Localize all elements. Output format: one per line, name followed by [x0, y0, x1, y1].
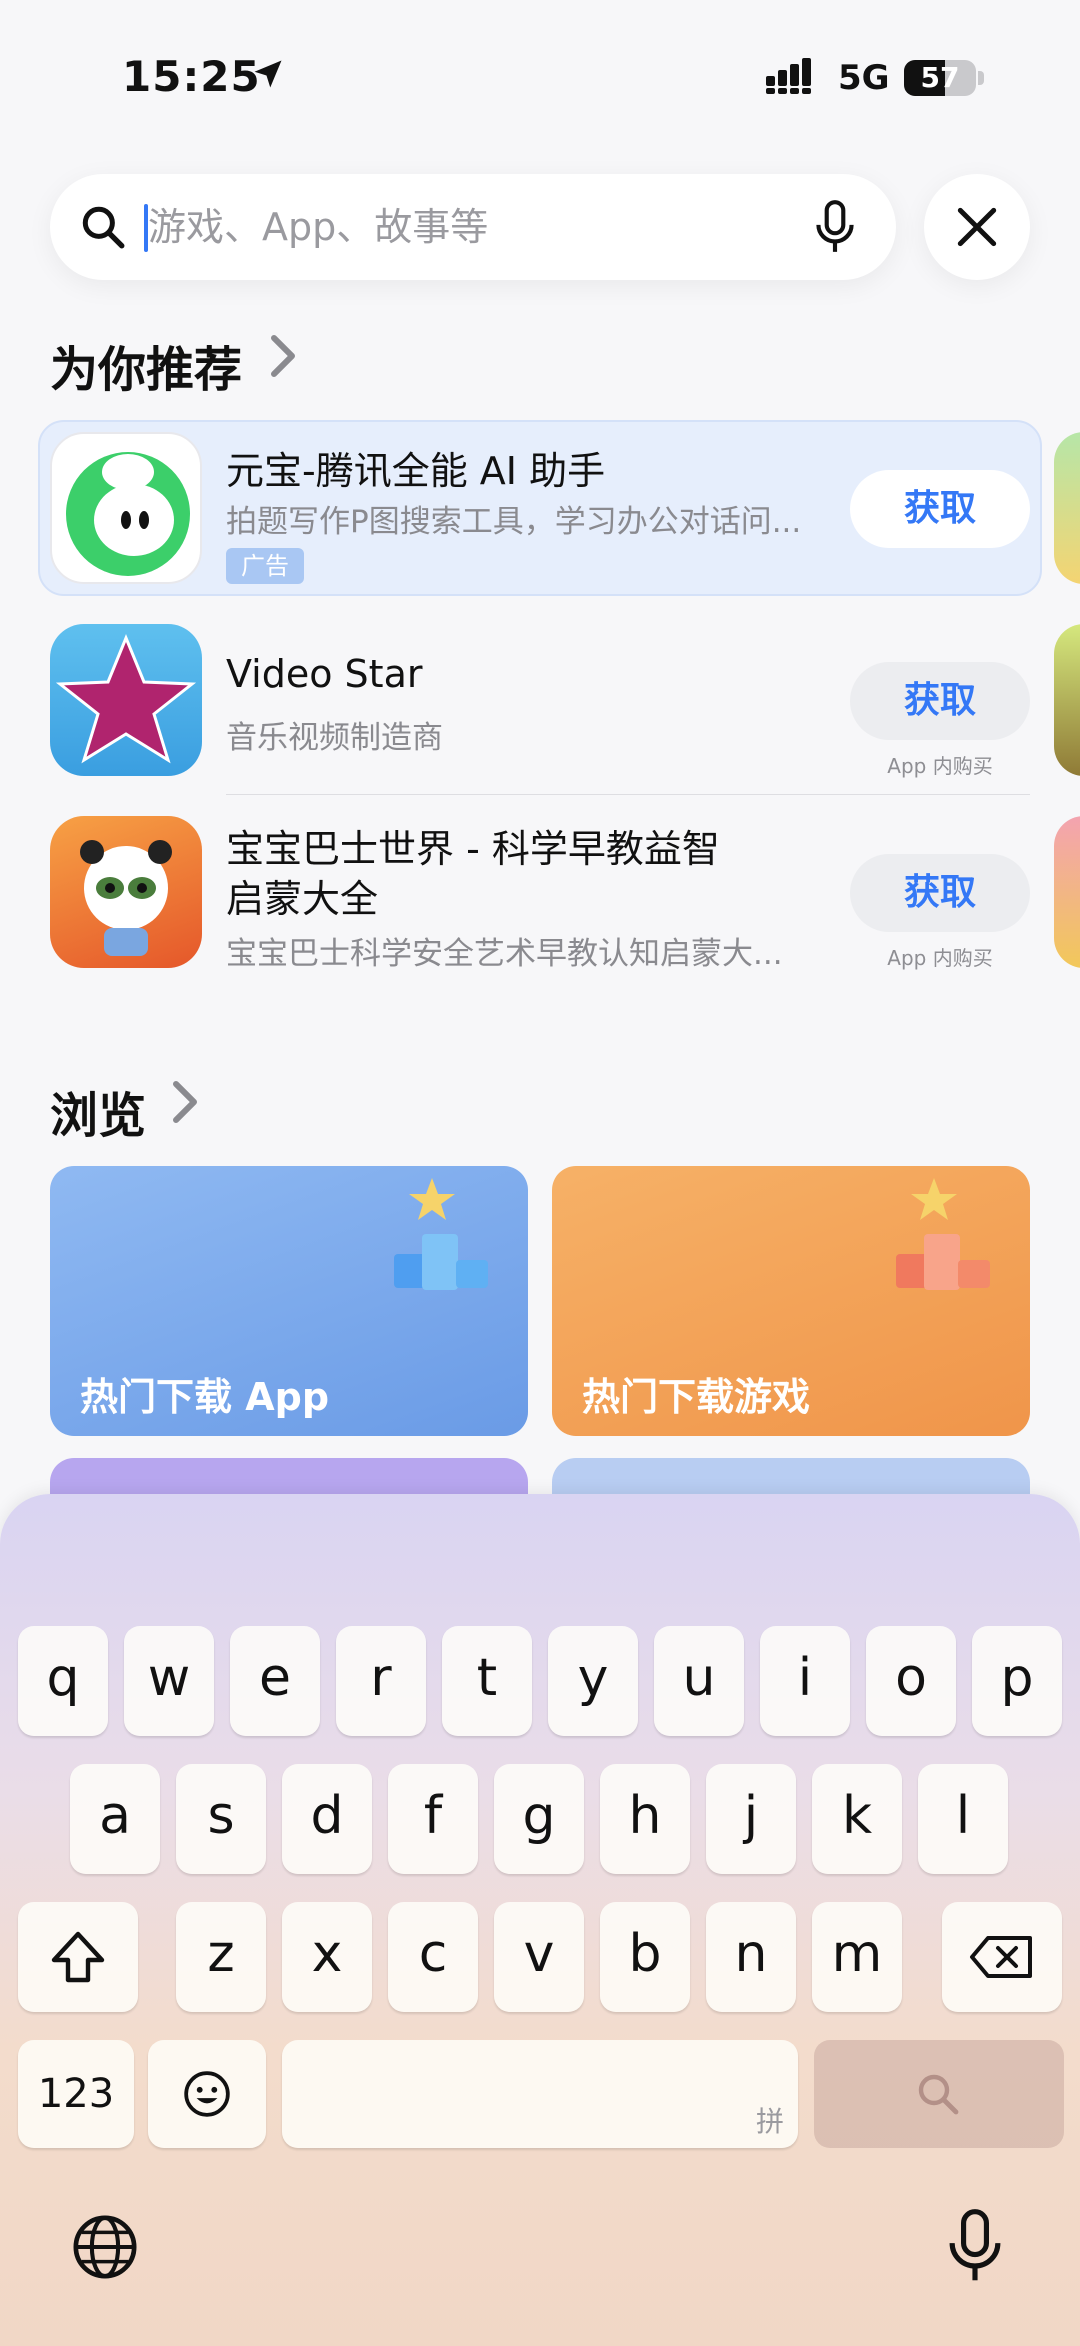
key-t[interactable]: t — [442, 1626, 532, 1736]
in-app-purchase-label: App 内购买 — [887, 754, 993, 778]
key-o[interactable]: o — [866, 1626, 956, 1736]
key-d[interactable]: d — [282, 1764, 372, 1874]
key-k[interactable]: k — [812, 1764, 902, 1874]
ad-badge: 广告 — [226, 548, 304, 584]
chevron-right-icon[interactable] — [268, 334, 298, 378]
key-n[interactable]: n — [706, 1902, 796, 2012]
browse-card-label: 热门下载 App — [80, 1375, 330, 1419]
battery-percent: 57 — [920, 61, 960, 94]
key-l[interactable]: l — [918, 1764, 1008, 1874]
shift-icon — [51, 1931, 105, 1983]
app-name[interactable]: Video Star — [226, 652, 422, 696]
close-button[interactable] — [924, 174, 1030, 280]
app-name-line2[interactable]: 启蒙大全 — [226, 868, 378, 923]
key-q[interactable]: q — [18, 1626, 108, 1736]
dictation-icon[interactable] — [940, 2206, 1010, 2286]
key-p[interactable]: p — [972, 1626, 1062, 1736]
key-b[interactable]: b — [600, 1902, 690, 2012]
search-input[interactable] — [148, 190, 748, 264]
get-button[interactable]: 获取 — [850, 854, 1030, 932]
space-hint: 拼 — [755, 2105, 784, 2138]
key-u[interactable]: u — [654, 1626, 744, 1736]
next-app-peek — [1054, 624, 1080, 776]
key-j[interactable]: j — [706, 1764, 796, 1874]
numbers-key[interactable]: 123 — [18, 2040, 134, 2148]
next-app-peek — [1054, 816, 1080, 968]
microphone-icon[interactable] — [810, 198, 860, 256]
key-w[interactable]: w — [124, 1626, 214, 1736]
key-f[interactable]: f — [388, 1764, 478, 1874]
app-subtitle: 音乐视频制造商 — [226, 720, 443, 756]
section-title-recommended[interactable]: 为你推荐 — [50, 330, 242, 400]
search-icon — [918, 2074, 959, 2115]
key-g[interactable]: g — [494, 1764, 584, 1874]
app-subtitle: 拍题写作P图搜索工具，学习办公对话问... — [226, 504, 802, 540]
globe-icon[interactable] — [70, 2212, 140, 2282]
key-r[interactable]: r — [336, 1626, 426, 1736]
battery-cap — [978, 71, 984, 85]
key-x[interactable]: x — [282, 1902, 372, 2012]
search-key[interactable] — [814, 2040, 1064, 2148]
network-type: 5G — [838, 58, 890, 98]
close-icon — [957, 207, 997, 247]
babybus-icon[interactable] — [50, 816, 202, 968]
key-y[interactable]: y — [548, 1626, 638, 1736]
key-z[interactable]: z — [176, 1902, 266, 2012]
delete-key[interactable] — [942, 1902, 1062, 2012]
app-subtitle: 宝宝巴士科学安全艺术早教认知启蒙大... — [226, 936, 783, 972]
emoji-icon — [184, 2071, 230, 2117]
get-button[interactable]: 获取 — [850, 470, 1030, 548]
shift-key[interactable] — [18, 1902, 138, 2012]
get-button[interactable]: 获取 — [850, 662, 1030, 740]
row-divider — [226, 794, 1030, 795]
key-i[interactable]: i — [760, 1626, 850, 1736]
in-app-purchase-label: App 内购买 — [887, 946, 993, 970]
podium-star-icon — [896, 1178, 990, 1290]
browse-card-top-apps[interactable]: 热门下载 App — [50, 1166, 528, 1436]
browse-card-top-games[interactable]: 热门下载游戏 — [552, 1166, 1030, 1436]
podium-star-icon — [394, 1178, 488, 1290]
chevron-right-icon[interactable] — [170, 1080, 200, 1124]
space-key[interactable]: 拼 — [282, 2040, 798, 2148]
video-star-icon[interactable] — [50, 624, 202, 776]
key-m[interactable]: m — [812, 1902, 902, 2012]
battery-icon: 57 — [904, 60, 976, 96]
section-title-browse[interactable]: 浏览 — [50, 1076, 146, 1146]
search-bar[interactable] — [50, 174, 896, 280]
status-bar: 15:25 5G 57 — [0, 0, 1080, 150]
app-name[interactable]: 元宝-腾讯全能 AI 助手 — [226, 440, 605, 495]
status-time: 15:25 — [122, 52, 261, 101]
next-app-peek — [1054, 432, 1080, 584]
yuanbao-icon[interactable] — [50, 432, 202, 584]
search-icon — [82, 206, 125, 249]
location-arrow-icon — [254, 60, 282, 88]
cellular-signal-icon — [766, 58, 811, 94]
key-h[interactable]: h — [600, 1764, 690, 1874]
key-e[interactable]: e — [230, 1626, 320, 1736]
key-s[interactable]: s — [176, 1764, 266, 1874]
app-name-line1[interactable]: 宝宝巴士世界 - 科学早教益智 — [226, 818, 720, 873]
emoji-key[interactable] — [148, 2040, 266, 2148]
key-c[interactable]: c — [388, 1902, 478, 2012]
delete-icon — [970, 1936, 1032, 1978]
browse-card-label: 热门下载游戏 — [582, 1375, 811, 1419]
key-v[interactable]: v — [494, 1902, 584, 2012]
key-a[interactable]: a — [70, 1764, 160, 1874]
